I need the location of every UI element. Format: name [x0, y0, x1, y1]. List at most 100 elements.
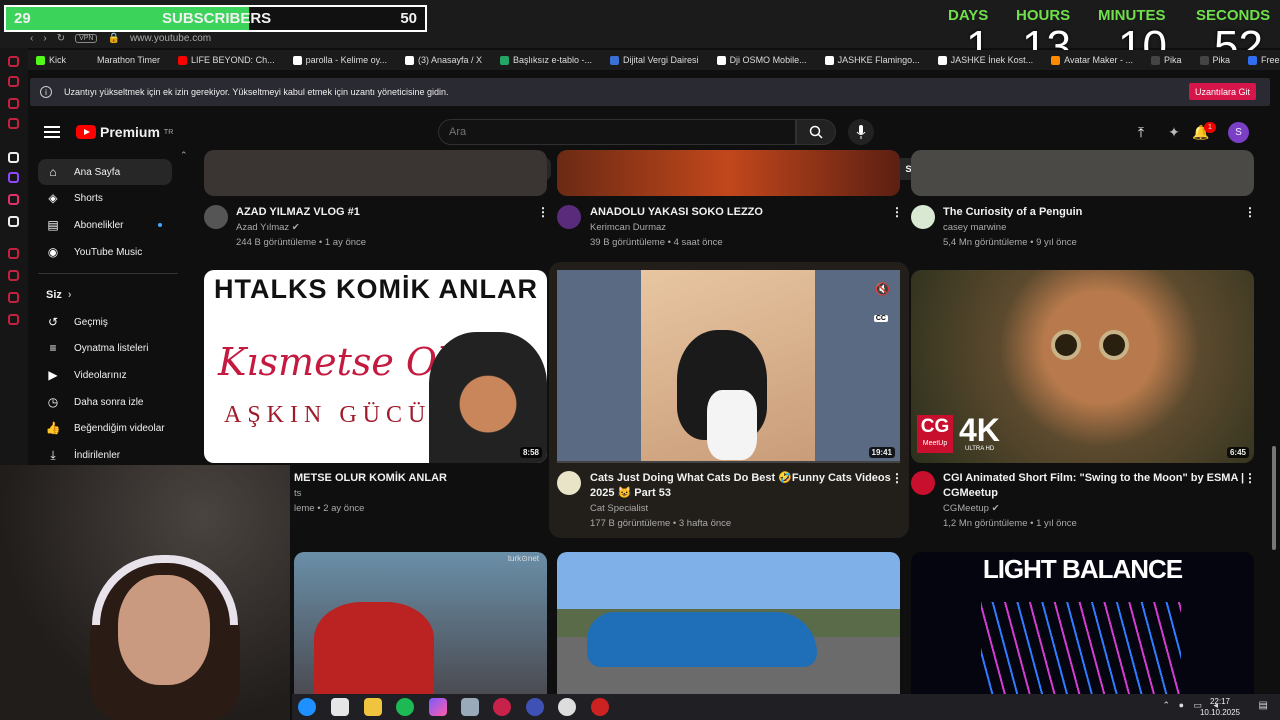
video-thumbnail[interactable]: CG MeetUp 4K ULTRA HD 6:45	[911, 270, 1254, 463]
bookmark-item[interactable]: Marathon Timer	[84, 55, 160, 65]
rail-icon[interactable]	[8, 76, 19, 87]
bookmark-item[interactable]: (3) Anasayfa / X	[404, 55, 482, 65]
twitch-icon[interactable]	[8, 172, 19, 183]
bookmark-item[interactable]: Dijital Vergi Dairesi	[610, 55, 699, 65]
search-input[interactable]	[438, 119, 796, 145]
channel-name[interactable]: Kerimcan Durmaz	[590, 220, 666, 235]
video-title[interactable]: ANADOLU YAKASI SOKO LEZZO	[590, 205, 763, 220]
sidebar-scroll-up-icon[interactable]: ⌃	[180, 150, 188, 161]
vpn-badge[interactable]: VPN	[75, 33, 98, 43]
discord-icon[interactable]	[526, 698, 544, 716]
mute-icon[interactable]: 🔇	[875, 282, 890, 296]
video-title[interactable]: AZAD YILMAZ VLOG #1	[236, 205, 360, 220]
more-options-icon[interactable]: ⋮	[1244, 471, 1256, 485]
sidebar-item-playlists[interactable]: ≡ Oynatma listeleri	[38, 335, 172, 361]
address-bar[interactable]: ‹ › ↻ VPN 🔒 www.youtube.com	[30, 30, 630, 46]
spotify-icon[interactable]	[396, 698, 414, 716]
bookmark-item[interactable]: Freepik Sketch	[1248, 55, 1280, 65]
channel-avatar[interactable]	[911, 471, 935, 495]
sidebar-item-home[interactable]: ⌂ Ana Sayfa	[38, 159, 172, 185]
url-text[interactable]: www.youtube.com	[130, 33, 211, 44]
more-options-icon[interactable]: ⋮	[537, 205, 549, 219]
channel-name[interactable]: CGMeetup ✔	[943, 501, 1000, 516]
back-icon[interactable]: ‹	[30, 33, 33, 44]
rail-icon[interactable]	[8, 292, 19, 303]
channel-avatar[interactable]	[557, 205, 581, 229]
channel-name[interactable]: casey marwine	[943, 220, 1006, 235]
account-avatar[interactable]: S	[1228, 122, 1249, 143]
bookmark-item[interactable]: Pika	[1151, 55, 1182, 65]
upload-icon[interactable]: ⤒	[1131, 122, 1151, 142]
rail-icon[interactable]	[8, 118, 19, 129]
bookmark-item[interactable]: JASHKE İnek Kost...	[937, 55, 1033, 65]
bookmark-item[interactable]: Kick	[36, 55, 66, 65]
more-options-icon[interactable]: ⋮	[1244, 205, 1256, 219]
channel-avatar[interactable]	[911, 205, 935, 229]
app-icon[interactable]	[493, 698, 511, 716]
video-thumbnail[interactable]: HTALKS KOMİK ANLAR Kısmetse Olur AŞKIN G…	[204, 270, 547, 463]
captions-icon[interactable]: CC	[873, 315, 888, 322]
video-title[interactable]: Cats Just Doing What Cats Do Best 🤣Funny…	[590, 471, 891, 501]
video-title[interactable]: The Curiosity of a Penguin	[943, 205, 1082, 220]
more-options-icon[interactable]: ⋮	[891, 205, 903, 219]
video-thumbnail[interactable]	[557, 150, 900, 196]
app-icon[interactable]	[558, 698, 576, 716]
rail-icon[interactable]	[8, 248, 19, 259]
bookmark-item[interactable]: Başlıksız e-tablo -...	[500, 55, 592, 65]
tray-chevron-icon[interactable]: ⌃	[1162, 700, 1170, 711]
bookmark-item[interactable]: Avatar Maker - ...	[1051, 55, 1133, 65]
microphone-tray-icon[interactable]: ●	[1179, 700, 1184, 710]
video-thumbnail[interactable]	[557, 552, 900, 694]
system-clock[interactable]: 22:17 10.10.2025	[1200, 696, 1240, 718]
rail-icon[interactable]	[8, 56, 19, 67]
sidebar-item-liked-videos[interactable]: 👍 Beğendiğim videolar	[38, 415, 172, 441]
youtube-premium-logo[interactable]: Premium TR	[76, 124, 173, 140]
channel-avatar[interactable]	[557, 471, 581, 495]
file-explorer-icon[interactable]	[364, 698, 382, 716]
rail-icon[interactable]	[8, 98, 19, 109]
bookmark-item[interactable]: JASHKE Flamingo...	[824, 55, 920, 65]
video-title[interactable]: METSE OLUR KOMİK ANLAR	[294, 471, 447, 486]
go-to-extensions-button[interactable]: Uzantılara Git	[1188, 83, 1256, 100]
sidebar-item-youtube-music[interactable]: ◉ YouTube Music	[38, 239, 172, 265]
settings-icon[interactable]	[8, 314, 19, 325]
obs-icon[interactable]	[591, 698, 609, 716]
channel-name[interactable]: Azad Yılmaz ✔	[236, 220, 300, 235]
video-title[interactable]: CGI Animated Short Film: "Swing to the M…	[943, 471, 1244, 501]
bookmark-item[interactable]: Pika	[1199, 55, 1230, 65]
extension-icon[interactable]: ✦	[1164, 122, 1184, 142]
video-thumbnail[interactable]	[204, 150, 547, 196]
video-thumbnail[interactable]: turk⊙net	[294, 552, 547, 694]
forward-icon[interactable]: ›	[43, 33, 46, 44]
reload-icon[interactable]: ↻	[57, 33, 65, 44]
rail-icon[interactable]	[8, 270, 19, 281]
store-icon[interactable]	[331, 698, 349, 716]
sidebar-you-header[interactable]: Siz ›	[38, 282, 172, 308]
video-thumbnail[interactable]	[911, 150, 1254, 196]
voice-search-button[interactable]	[848, 119, 874, 145]
channel-name[interactable]: ts	[294, 486, 301, 501]
bookmark-item[interactable]: LIFE BEYOND: Ch...	[178, 55, 275, 65]
instagram-icon[interactable]	[8, 194, 19, 205]
video-thumbnail[interactable]: LIGHT BALANCE	[911, 552, 1254, 694]
search-button[interactable]	[796, 119, 836, 145]
sidebar-item-watch-later[interactable]: ◷ Daha sonra izle	[38, 389, 172, 415]
bookmark-item[interactable]: Dji OSMO Mobile...	[716, 55, 807, 65]
app-icon[interactable]	[461, 698, 479, 716]
video-preview-player[interactable]: 🔇 CC 19:41	[557, 270, 900, 463]
page-scrollbar[interactable]	[1272, 446, 1276, 550]
edge-icon[interactable]	[298, 698, 316, 716]
menu-icon[interactable]	[44, 126, 60, 138]
rail-icon[interactable]	[8, 152, 19, 163]
channel-avatar[interactable]	[204, 205, 228, 229]
app-icon[interactable]	[429, 698, 447, 716]
bookmark-item[interactable]: parolla - Kelime oy...	[292, 55, 387, 65]
preview-progress-track[interactable]	[557, 461, 900, 463]
x-icon[interactable]	[8, 216, 19, 227]
notification-center-icon[interactable]: ▤	[1259, 700, 1268, 711]
sidebar-item-your-videos[interactable]: ▶ Videolarınız	[38, 362, 172, 388]
sidebar-item-subscriptions[interactable]: ▤ Abonelikler	[38, 212, 172, 238]
sidebar-item-shorts[interactable]: ◈ Shorts	[38, 185, 172, 211]
sidebar-item-history[interactable]: ↺ Geçmiş	[38, 309, 172, 335]
more-options-icon[interactable]: ⋮	[891, 471, 903, 485]
